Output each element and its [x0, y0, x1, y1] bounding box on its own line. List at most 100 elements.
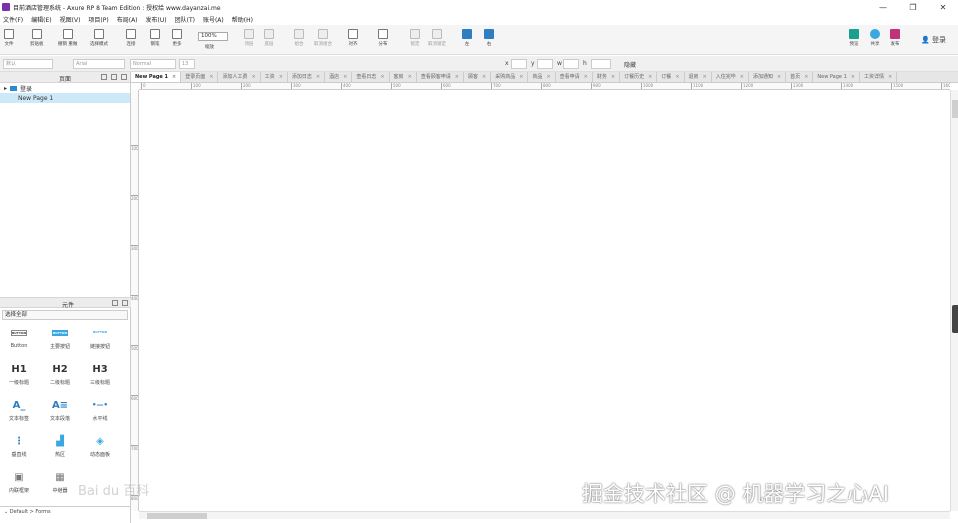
zoom-select[interactable]: 100% [198, 32, 228, 41]
widget-horizontal-line[interactable]: •—• 水平线 [82, 397, 118, 431]
widget-button[interactable]: BUTTON Button [1, 325, 37, 359]
more-button[interactable]: 更多 [172, 29, 182, 51]
close-tab-icon[interactable]: × [851, 72, 855, 82]
minimize-button[interactable]: — [868, 0, 898, 14]
h-input[interactable] [591, 59, 611, 69]
unlock-button[interactable]: 取消锁定 [428, 29, 446, 51]
close-tab-icon[interactable]: × [519, 72, 523, 82]
close-tab-icon[interactable]: × [675, 72, 679, 82]
select-mode-button[interactable]: 选择模式 [90, 29, 108, 51]
menu-arrange[interactable]: 布局(A) [117, 15, 138, 24]
font-family-select[interactable]: Arial [73, 59, 125, 69]
file-button[interactable]: 文件 [4, 29, 14, 51]
share-button[interactable]: 共享 [870, 29, 880, 51]
tab-labor[interactable]: 添加人工费 × [218, 72, 261, 82]
page-tree-folder[interactable]: ▸ 登录 [0, 83, 130, 93]
widget-h1[interactable]: H1 一级标题 [1, 361, 37, 395]
tab-view-log[interactable]: 查看日志 × [352, 72, 390, 82]
right-panel-handle[interactable] [952, 305, 958, 333]
tab-customer[interactable]: 顾客 × [464, 72, 492, 82]
close-tab-icon[interactable]: × [703, 72, 707, 82]
close-tab-icon[interactable]: × [455, 72, 459, 82]
menu-file[interactable]: 文件(F) [3, 15, 23, 24]
vertical-scrollbar[interactable] [950, 90, 958, 511]
close-button[interactable]: ✕ [928, 0, 958, 14]
widget-paragraph[interactable]: A≡ 文本段落 [42, 397, 78, 431]
widget-hotspot[interactable]: ▟ 热区 [42, 433, 78, 467]
close-tab-icon[interactable]: × [251, 72, 255, 82]
publish-button[interactable]: 发布 [890, 29, 900, 51]
send-to-bottom-button[interactable]: 底层 [264, 29, 274, 51]
y-input[interactable] [537, 59, 553, 69]
tab-salary[interactable]: 工资 × [261, 72, 288, 82]
tab-view-request[interactable]: 查看申请 × [556, 72, 593, 82]
tab-add-log[interactable]: 添加日志 × [288, 72, 326, 82]
menu-view[interactable]: 视图(V) [60, 15, 81, 24]
hidden-checkbox-label[interactable]: 隐藏 [624, 60, 636, 69]
menu-team[interactable]: 团队(T) [175, 15, 195, 24]
connect-button[interactable]: 连接 [126, 29, 136, 51]
tab-goods[interactable]: 商品 × [528, 72, 556, 82]
close-tab-icon[interactable]: × [380, 72, 384, 82]
widget-vertical-line[interactable]: ⋮ 垂直线 [1, 433, 37, 467]
close-tab-icon[interactable]: × [584, 72, 588, 82]
pen-button[interactable]: 钢笔 [150, 29, 160, 51]
menu-publish[interactable]: 发布(U) [146, 15, 167, 24]
library-menu-icon[interactable] [112, 300, 118, 306]
widget-inline-frame[interactable]: ▣ 内联框架 [1, 469, 37, 503]
tab-salary-detail[interactable]: 工资详情 × [860, 72, 898, 82]
menu-help[interactable]: 帮助(H) [232, 15, 253, 24]
add-folder-icon[interactable] [111, 74, 117, 80]
tab-hotel[interactable]: 酒店 × [325, 72, 353, 82]
widget-repeater[interactable]: ▦ 中继器 [42, 469, 78, 503]
tab-checkout[interactable]: 退房 × [685, 72, 712, 82]
search-icon[interactable] [121, 74, 127, 80]
tab-home[interactable]: 首页 × [786, 72, 814, 82]
close-tab-icon[interactable]: × [777, 72, 781, 82]
close-tab-icon[interactable]: × [316, 72, 320, 82]
align-button[interactable]: 对齐 [348, 29, 358, 51]
widget-h3[interactable]: H3 三级标题 [82, 361, 118, 395]
expand-arrow-icon[interactable]: ▸ [4, 85, 7, 92]
close-tab-icon[interactable]: × [648, 72, 652, 82]
close-tab-icon[interactable]: × [209, 72, 213, 82]
close-tab-icon[interactable]: × [172, 72, 176, 82]
undo-redo-button[interactable]: 撤销 重做 [58, 29, 77, 51]
tab-order-history[interactable]: 订餐历史 × [620, 72, 658, 82]
close-tab-icon[interactable]: × [279, 72, 283, 82]
font-size-select[interactable]: 13 [179, 59, 195, 69]
tab-add-notice[interactable]: 添加通知 × [749, 72, 787, 82]
clipboard-button[interactable]: 剪贴板 [30, 29, 44, 51]
menu-account[interactable]: 账号(A) [203, 15, 224, 24]
close-tab-icon[interactable]: × [611, 72, 615, 82]
tab-order[interactable]: 订餐 × [657, 72, 685, 82]
menu-edit[interactable]: 编辑(E) [31, 15, 51, 24]
tab-new-page-1-b[interactable]: New Page 1 × [813, 72, 860, 82]
tab-checkin-done[interactable]: 入住完毕 × [712, 72, 749, 82]
tab-customer-request[interactable]: 查看顾客申请 × [417, 72, 464, 82]
widget-text-label[interactable]: A_ 文本标签 [1, 397, 37, 431]
tab-new-page-1[interactable]: New Page 1 × [131, 72, 182, 82]
close-tab-icon[interactable]: × [804, 72, 808, 82]
lock-button[interactable]: 锁定 [410, 29, 420, 51]
horizontal-scrollbar[interactable] [139, 511, 950, 519]
widget-library-select[interactable]: 选择全部 [2, 310, 128, 320]
menu-project[interactable]: 项目(P) [88, 15, 108, 24]
widget-h2[interactable]: H2 二级标题 [42, 361, 78, 395]
x-input[interactable] [511, 59, 527, 69]
close-tab-icon[interactable]: × [482, 72, 486, 82]
close-tab-icon[interactable]: × [546, 72, 550, 82]
preview-button[interactable]: 预览 [849, 29, 859, 51]
close-tab-icon[interactable]: × [343, 72, 347, 82]
close-tab-icon[interactable]: × [888, 72, 892, 82]
maximize-button[interactable]: ❐ [898, 0, 928, 14]
design-canvas[interactable] [139, 90, 950, 511]
tab-login[interactable]: 登录页面 × [181, 72, 219, 82]
add-page-icon[interactable] [101, 74, 107, 80]
tab-room[interactable]: 客房 × [390, 72, 417, 82]
style-select[interactable]: 默认 [3, 59, 53, 69]
search-icon[interactable] [122, 300, 128, 306]
distribute-button[interactable]: 分布 [378, 29, 388, 51]
horizontal-scroll-thumb[interactable] [147, 513, 207, 519]
tab-purchase[interactable]: 采购商品 × [491, 72, 529, 82]
